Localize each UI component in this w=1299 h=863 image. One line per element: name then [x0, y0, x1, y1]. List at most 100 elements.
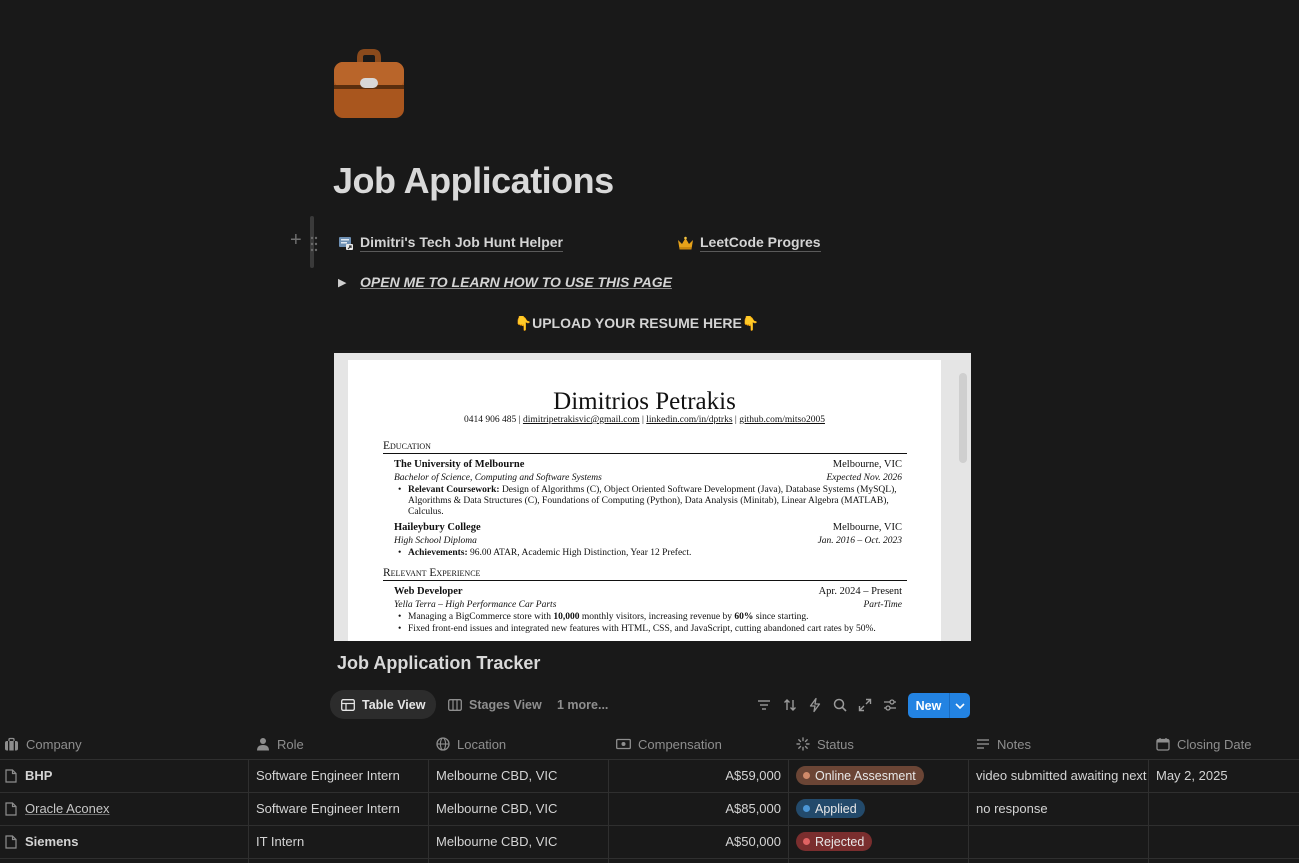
company-cell[interactable]: Oracle Aconex: [5, 792, 245, 825]
new-button[interactable]: New: [908, 693, 970, 718]
status-badge: Rejected: [796, 832, 873, 851]
table-icon: [341, 698, 355, 711]
notes-cell[interactable]: video submitted awaiting next s: [976, 759, 1147, 792]
column-divider: [248, 759, 249, 863]
separator: |: [734, 415, 737, 425]
location-cell[interactable]: Melbourne CBD, VIC: [436, 825, 606, 858]
company-name[interactable]: BHP: [25, 768, 52, 783]
page-title[interactable]: Job Applications: [333, 160, 614, 202]
column-divider: [968, 759, 969, 863]
settings-sliders-icon[interactable]: [882, 697, 898, 713]
link-job-hunt-helper[interactable]: Dimitri's Tech Job Hunt Helper: [338, 234, 563, 252]
job-company: Yella Terra – High Performance Car Parts: [394, 600, 557, 610]
status-dot: [803, 772, 810, 779]
status-dot: [803, 838, 810, 845]
compensation-cell[interactable]: A$85,000: [610, 792, 781, 825]
bullet-strong: 10,000: [553, 612, 580, 622]
job-type: Part-Time: [863, 600, 902, 610]
compensation-cell[interactable]: A$50,000: [610, 825, 781, 858]
money-icon: [616, 738, 631, 750]
bullet-strong: 60%: [734, 612, 754, 622]
location-cell[interactable]: Melbourne CBD, VIC: [436, 759, 606, 792]
closing-date-cell[interactable]: [1156, 825, 1296, 858]
pdf-page: Dimitrios Petrakis 0414 906 485 | dimitr…: [348, 360, 941, 641]
status-badge: Online Assesment: [796, 766, 924, 785]
tab-table-view[interactable]: Table View: [330, 690, 437, 719]
bullet-text: Fixed front-end issues and integrated ne…: [408, 624, 876, 634]
column-label: Notes: [997, 736, 1031, 752]
toggle-triangle-icon[interactable]: ▶: [338, 276, 348, 289]
company-cell[interactable]: Siemens: [5, 825, 245, 858]
status-cell[interactable]: Online Assesment: [796, 759, 966, 792]
person-icon: [257, 738, 269, 751]
chevron-down-icon[interactable]: [953, 699, 967, 713]
tab-more-views[interactable]: 1 more...: [546, 690, 619, 719]
edu-row-sub: High School Diploma Jan. 2016 – Oct. 202…: [394, 536, 902, 546]
column-header-compensation[interactable]: Compensation: [616, 729, 722, 759]
closing-date-cell[interactable]: [1156, 792, 1296, 825]
tab-stages-view[interactable]: Stages View: [437, 690, 553, 719]
new-button-divider: [949, 693, 950, 718]
column-header-status[interactable]: Status: [796, 729, 854, 759]
column-header-location[interactable]: Location: [436, 729, 506, 759]
pdf-scrollbar[interactable]: [959, 373, 967, 463]
edu-row: The University of Melbourne Melbourne, V…: [394, 459, 902, 470]
link-leetcode[interactable]: LeetCode Progres: [677, 234, 821, 252]
resume-pdf-embed[interactable]: Dimitrios Petrakis 0414 906 485 | dimitr…: [334, 353, 971, 641]
column-header-notes[interactable]: Notes: [976, 729, 1031, 759]
resume-name: Dimitrios Petrakis: [553, 388, 736, 415]
company-name[interactable]: Oracle Aconex: [25, 801, 110, 816]
status-badge: Applied: [796, 799, 865, 818]
add-block-icon[interactable]: +: [290, 229, 302, 252]
block-handle[interactable]: +: [288, 229, 318, 255]
school-name: Haileybury College: [394, 522, 481, 533]
column-header-role[interactable]: Role: [256, 729, 304, 759]
status-label: Applied: [815, 801, 857, 816]
link-label[interactable]: LeetCode Progres: [700, 234, 821, 252]
globe-icon: [436, 737, 450, 751]
resume-contact: 0414 906 485 | dimitripetrakisvic@gmail.…: [348, 415, 941, 425]
column-divider: [788, 759, 789, 863]
status-cell[interactable]: Applied: [796, 792, 966, 825]
compensation-cell[interactable]: A$59,000: [610, 759, 781, 792]
database-title[interactable]: Job Application Tracker: [337, 653, 540, 674]
bullet-label: Achievements:: [408, 548, 468, 558]
status-cell[interactable]: Rejected: [796, 825, 966, 858]
role-cell[interactable]: Software Engineer Intern: [256, 792, 426, 825]
column-header-company[interactable]: Company: [4, 729, 82, 759]
closing-date-cell[interactable]: May 2, 2025: [1156, 759, 1296, 792]
separator: |: [518, 415, 521, 425]
experience-heading: Relevant Experience: [383, 567, 907, 581]
achievements-bullet: • Achievements: 96.00 ATAR, Academic High…: [398, 548, 692, 558]
notes-cell[interactable]: [976, 825, 1147, 858]
role-cell[interactable]: IT Intern: [256, 825, 426, 858]
resume-email-link[interactable]: dimitripetrakisvic@gmail.com: [523, 415, 640, 425]
toggle-label[interactable]: OPEN ME TO LEARN HOW TO USE THIS PAGE: [360, 274, 672, 290]
link-label[interactable]: Dimitri's Tech Job Hunt Helper: [360, 234, 563, 252]
status-label: Rejected: [815, 834, 865, 849]
exp-row-sub: Yella Terra – High Performance Car Parts…: [394, 600, 902, 610]
resume-linkedin-link[interactable]: linkedin.com/in/dptrks: [646, 415, 732, 425]
column-label: Role: [277, 736, 304, 752]
sort-icon[interactable]: [782, 697, 798, 713]
company-cell[interactable]: BHP: [5, 759, 245, 792]
company-name[interactable]: Siemens: [25, 834, 78, 849]
column-divider: [608, 759, 609, 863]
separator: |: [641, 415, 644, 425]
toggle-block[interactable]: ▶ OPEN ME TO LEARN HOW TO USE THIS PAGE: [338, 274, 672, 290]
location-cell[interactable]: Melbourne CBD, VIC: [436, 792, 606, 825]
filter-icon[interactable]: [756, 697, 772, 713]
drag-handle-icon[interactable]: [310, 236, 318, 252]
search-icon[interactable]: [832, 697, 848, 713]
automation-bolt-icon[interactable]: [807, 697, 823, 713]
job-role: Web Developer: [394, 586, 463, 597]
column-header-closing-date[interactable]: Closing Date: [1156, 729, 1251, 759]
exp-row: Web Developer Apr. 2024 – Present: [394, 586, 902, 597]
expand-icon[interactable]: [857, 697, 873, 713]
notes-cell[interactable]: no response: [976, 792, 1147, 825]
role-cell[interactable]: Software Engineer Intern: [256, 759, 426, 792]
resume-github-link[interactable]: github.com/mitso2005: [739, 415, 825, 425]
briefcase-icon[interactable]: [333, 46, 405, 120]
crown-icon: [678, 236, 693, 250]
degree-dates: Expected Nov. 2026: [826, 473, 902, 483]
